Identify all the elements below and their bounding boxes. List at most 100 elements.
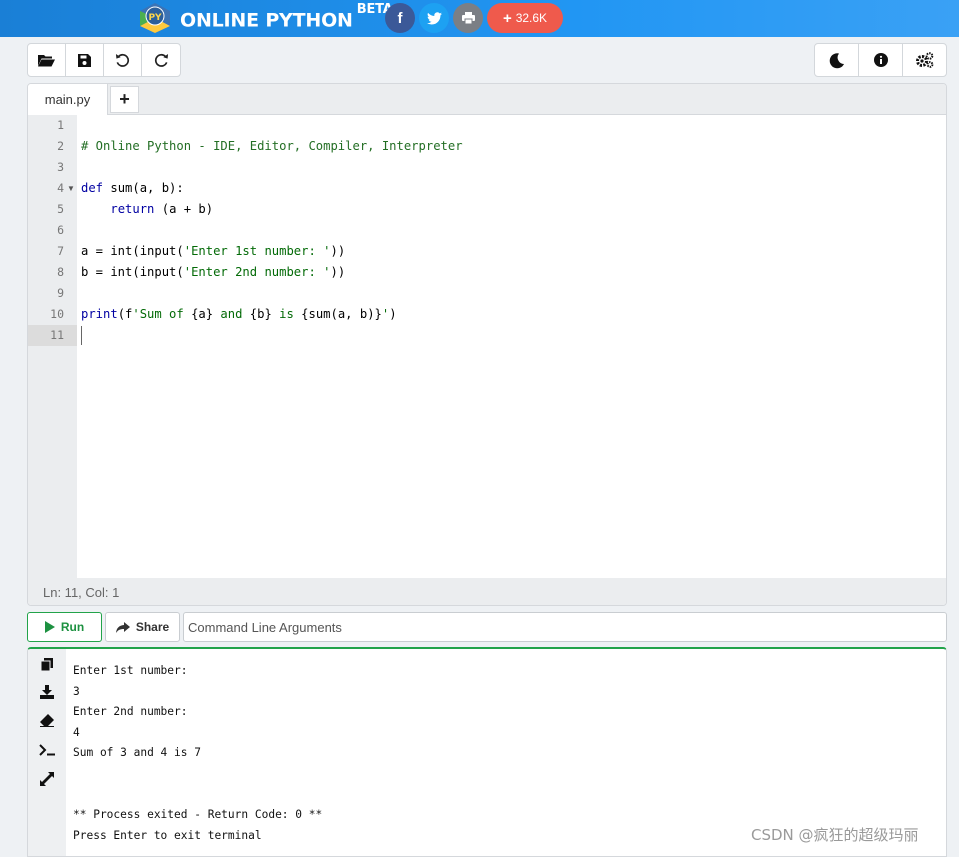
twitter-icon (426, 11, 442, 24)
dark-mode-button[interactable] (815, 44, 859, 76)
code-line-4: def sum(a, b): (81, 178, 184, 199)
copy-output-button[interactable] (38, 655, 56, 673)
brand-title[interactable]: ONLINE PYTHON BETA (180, 2, 393, 32)
text-cursor (81, 326, 82, 345)
share-button[interactable]: Share (105, 612, 180, 642)
code-keyword: print (81, 307, 118, 321)
code-line-2: # Online Python - IDE, Editor, Compiler,… (81, 136, 463, 157)
command-line-arguments-input[interactable] (183, 612, 947, 642)
open-file-button[interactable] (28, 44, 66, 76)
output-line: Enter 2nd number: (73, 705, 188, 718)
redo-button[interactable] (142, 44, 180, 76)
share-label: Share (135, 620, 170, 634)
line-number: 9 (57, 286, 64, 300)
settings-button[interactable] (903, 44, 946, 76)
line-number: 10 (50, 307, 64, 321)
twitter-share-button[interactable] (419, 3, 449, 33)
fold-arrow-icon[interactable]: ▼ (67, 184, 75, 193)
output-line: Sum of 3 and 4 is 7 (73, 746, 201, 759)
file-tabs: main.py + (28, 84, 946, 115)
code-line-10: print(f'Sum of {a} and {b} is {sum(a, b)… (81, 304, 397, 325)
line-number-gutter: 1 2 3 4 ▼ 5 6 7 8 9 10 11 (28, 115, 77, 578)
download-output-button[interactable] (38, 683, 56, 701)
code-text: (a + b) (154, 202, 214, 216)
line-number: 4 (57, 181, 64, 195)
terminal-icon (39, 744, 55, 756)
editor-status-bar: Ln: 11, Col: 1 (28, 578, 946, 605)
svg-text:PY: PY (148, 13, 162, 23)
code-editor: main.py + 1 2 3 4 ▼ 5 6 7 8 9 10 11 # On… (27, 83, 947, 606)
code-string: is (271, 307, 302, 321)
line-number: 5 (57, 202, 64, 216)
code-text: )) (330, 244, 346, 258)
code-string: and (213, 307, 250, 321)
code-text: b = int(input( (81, 265, 184, 279)
add-tab-button[interactable]: + (110, 86, 139, 113)
output-line: 3 (73, 684, 80, 698)
share-count-button[interactable]: +32.6K (487, 3, 563, 33)
facebook-icon: f (397, 9, 403, 27)
print-button[interactable] (453, 3, 483, 33)
download-icon (40, 685, 54, 699)
code-text: ) (389, 307, 397, 321)
undo-button[interactable] (104, 44, 142, 76)
play-icon (44, 621, 55, 633)
code-text: sum(a, b): (103, 181, 184, 195)
code-string: 'Enter 2nd number: ' (183, 265, 331, 279)
undo-icon (115, 53, 130, 67)
code-string: 'Enter 1st number: ' (183, 244, 331, 258)
python-logo-icon[interactable]: PY (138, 2, 172, 34)
line-number: 2 (57, 139, 64, 153)
code-string: 'Sum of (132, 307, 192, 321)
top-bar: PY ONLINE PYTHON BETA f +32.6K (0, 0, 959, 37)
code-comment: # Online Python - IDE, Editor, Compiler,… (81, 139, 463, 153)
output-line: ** Process exited - Return Code: 0 ** (73, 808, 323, 821)
expand-icon (40, 772, 54, 786)
terminal-sidebar (28, 649, 66, 856)
eraser-icon (40, 713, 54, 727)
code-text: a = int(input( (81, 244, 184, 258)
code-text: )) (330, 265, 346, 279)
output-line: 4 (73, 725, 80, 739)
folder-open-icon (38, 54, 55, 66)
info-icon (873, 53, 888, 67)
share-count: 32.6K (515, 11, 548, 25)
code-line-8: b = int(input('Enter 2nd number: ')) (81, 262, 345, 283)
save-file-button[interactable] (66, 44, 104, 76)
line-number: 11 (50, 328, 64, 342)
code-text: {b} (249, 307, 272, 321)
facebook-share-button[interactable]: f (385, 3, 415, 33)
file-toolbar (27, 43, 181, 77)
expand-terminal-button[interactable] (38, 770, 56, 788)
brand-name: ONLINE PYTHON (180, 9, 353, 32)
line-number: 6 (57, 223, 64, 237)
run-button[interactable]: Run (27, 612, 102, 642)
redo-icon (154, 53, 168, 67)
code-area[interactable]: # Online Python - IDE, Editor, Compiler,… (77, 115, 946, 578)
code-line-5: return (a + b) (81, 199, 213, 220)
run-label: Run (60, 620, 85, 634)
code-keyword: return (110, 202, 155, 216)
code-text: {sum(a, b)} (301, 307, 382, 321)
line-number: 1 (57, 118, 64, 132)
copy-icon (41, 657, 53, 671)
info-button[interactable] (859, 44, 903, 76)
settings-icon (916, 52, 934, 68)
code-keyword: def (81, 181, 104, 195)
share-arrow-icon (115, 621, 130, 633)
tab-main-py[interactable]: main.py (28, 84, 108, 115)
watermark: CSDN @疯狂的超级玛丽 (751, 826, 919, 844)
line-number: 3 (57, 160, 64, 174)
save-icon (78, 53, 91, 67)
print-icon (461, 12, 475, 24)
code-text: {a} (191, 307, 214, 321)
output-line: Enter 1st number: (73, 664, 188, 677)
code-text: (f (117, 307, 133, 321)
line-number: 8 (57, 265, 64, 279)
settings-toolbar (814, 43, 947, 77)
terminal-button[interactable] (38, 741, 56, 759)
line-number: 7 (57, 244, 64, 258)
clear-output-button[interactable] (38, 711, 56, 729)
output-line: Press Enter to exit terminal (73, 829, 262, 842)
